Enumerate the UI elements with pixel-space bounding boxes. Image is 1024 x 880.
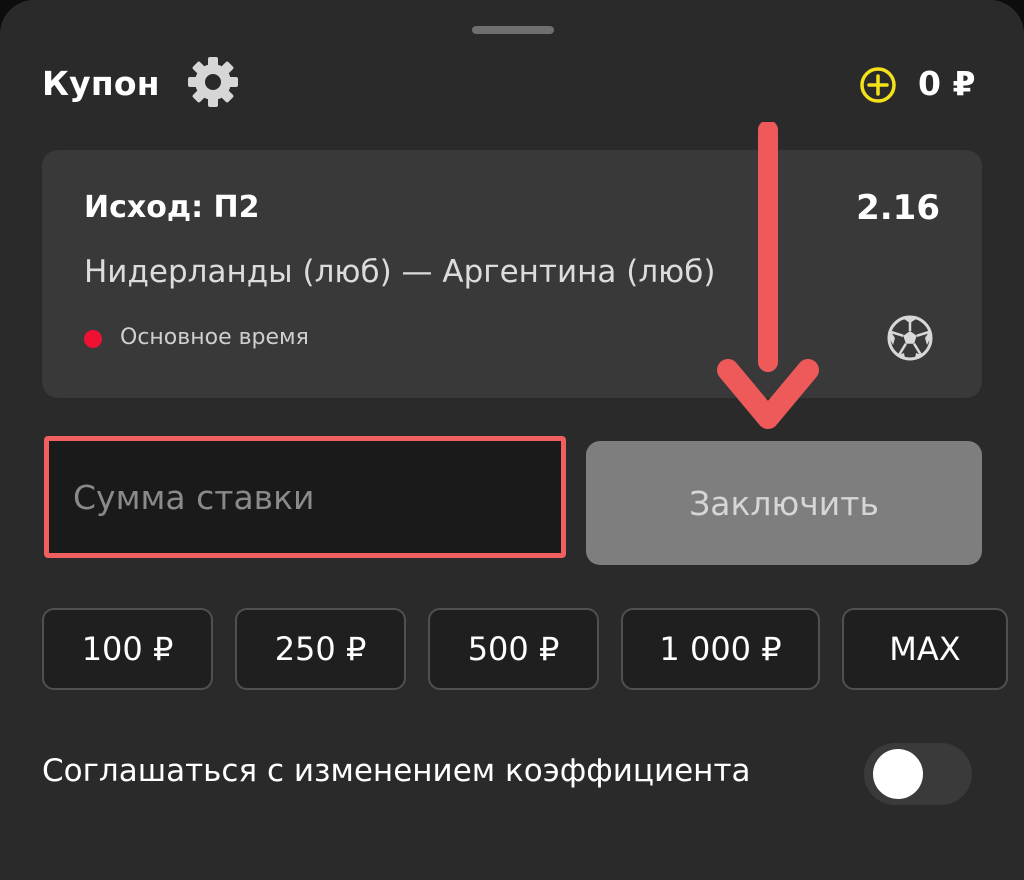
drag-handle[interactable] [472,26,554,34]
add-funds-icon[interactable] [856,65,900,105]
event-name: Нидерланды (люб) — Аргентина (люб) [84,254,716,290]
quick-amount-max-button[interactable]: MAX [842,608,1008,690]
place-bet-button[interactable]: Заключить [586,441,982,565]
soccer-ball-icon [887,315,933,361]
quick-amount-100-button[interactable]: 100 ₽ [42,608,213,690]
live-indicator-dot [84,330,102,348]
bet-card: Исход: П2 2.16 Нидерланды (люб) — Аргент… [42,150,982,398]
coupon-sheet: Купон 0 ₽ Исход: П2 2.16 Нидерланды (люб… [0,0,1024,880]
coupon-title: Купон [42,64,160,103]
bet-outcome: Исход: П2 [84,190,260,225]
quick-amount-1000-button[interactable]: 1 000 ₽ [621,608,820,690]
quick-amount-250-button[interactable]: 250 ₽ [235,608,406,690]
stake-amount-input[interactable] [44,436,566,558]
toggle-knob [873,749,923,799]
gear-icon[interactable] [186,55,240,109]
balance: 0 ₽ [918,64,976,103]
quick-amount-500-button[interactable]: 500 ₽ [428,608,599,690]
accept-odds-change-label: Соглашаться с изменением коэффициента [42,753,751,789]
bet-period: Основное время [120,325,309,350]
bet-odds: 2.16 [856,188,940,228]
accept-odds-change-toggle[interactable] [864,743,972,805]
